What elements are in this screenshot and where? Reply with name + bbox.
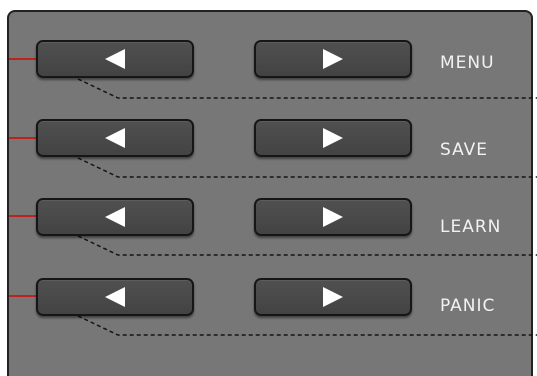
panic-next-button[interactable] — [254, 278, 412, 316]
panic-label: PANIC — [440, 296, 496, 316]
menu-next-button[interactable] — [254, 40, 412, 78]
learn-prev-button[interactable] — [36, 198, 194, 236]
triangle-right-icon — [323, 49, 343, 69]
learn-next-button[interactable] — [254, 198, 412, 236]
menu-prev-button[interactable] — [36, 40, 194, 78]
triangle-right-icon — [323, 287, 343, 307]
save-next-button[interactable] — [254, 119, 412, 157]
triangle-left-icon — [105, 49, 125, 69]
triangle-right-icon — [323, 128, 343, 148]
triangle-left-icon — [105, 287, 125, 307]
menu-label: MENU — [440, 53, 495, 73]
save-label: SAVE — [440, 140, 489, 160]
learn-label: LEARN — [440, 217, 502, 237]
triangle-right-icon — [323, 207, 343, 227]
triangle-left-icon — [105, 128, 125, 148]
save-prev-button[interactable] — [36, 119, 194, 157]
triangle-left-icon — [105, 207, 125, 227]
panic-prev-button[interactable] — [36, 278, 194, 316]
